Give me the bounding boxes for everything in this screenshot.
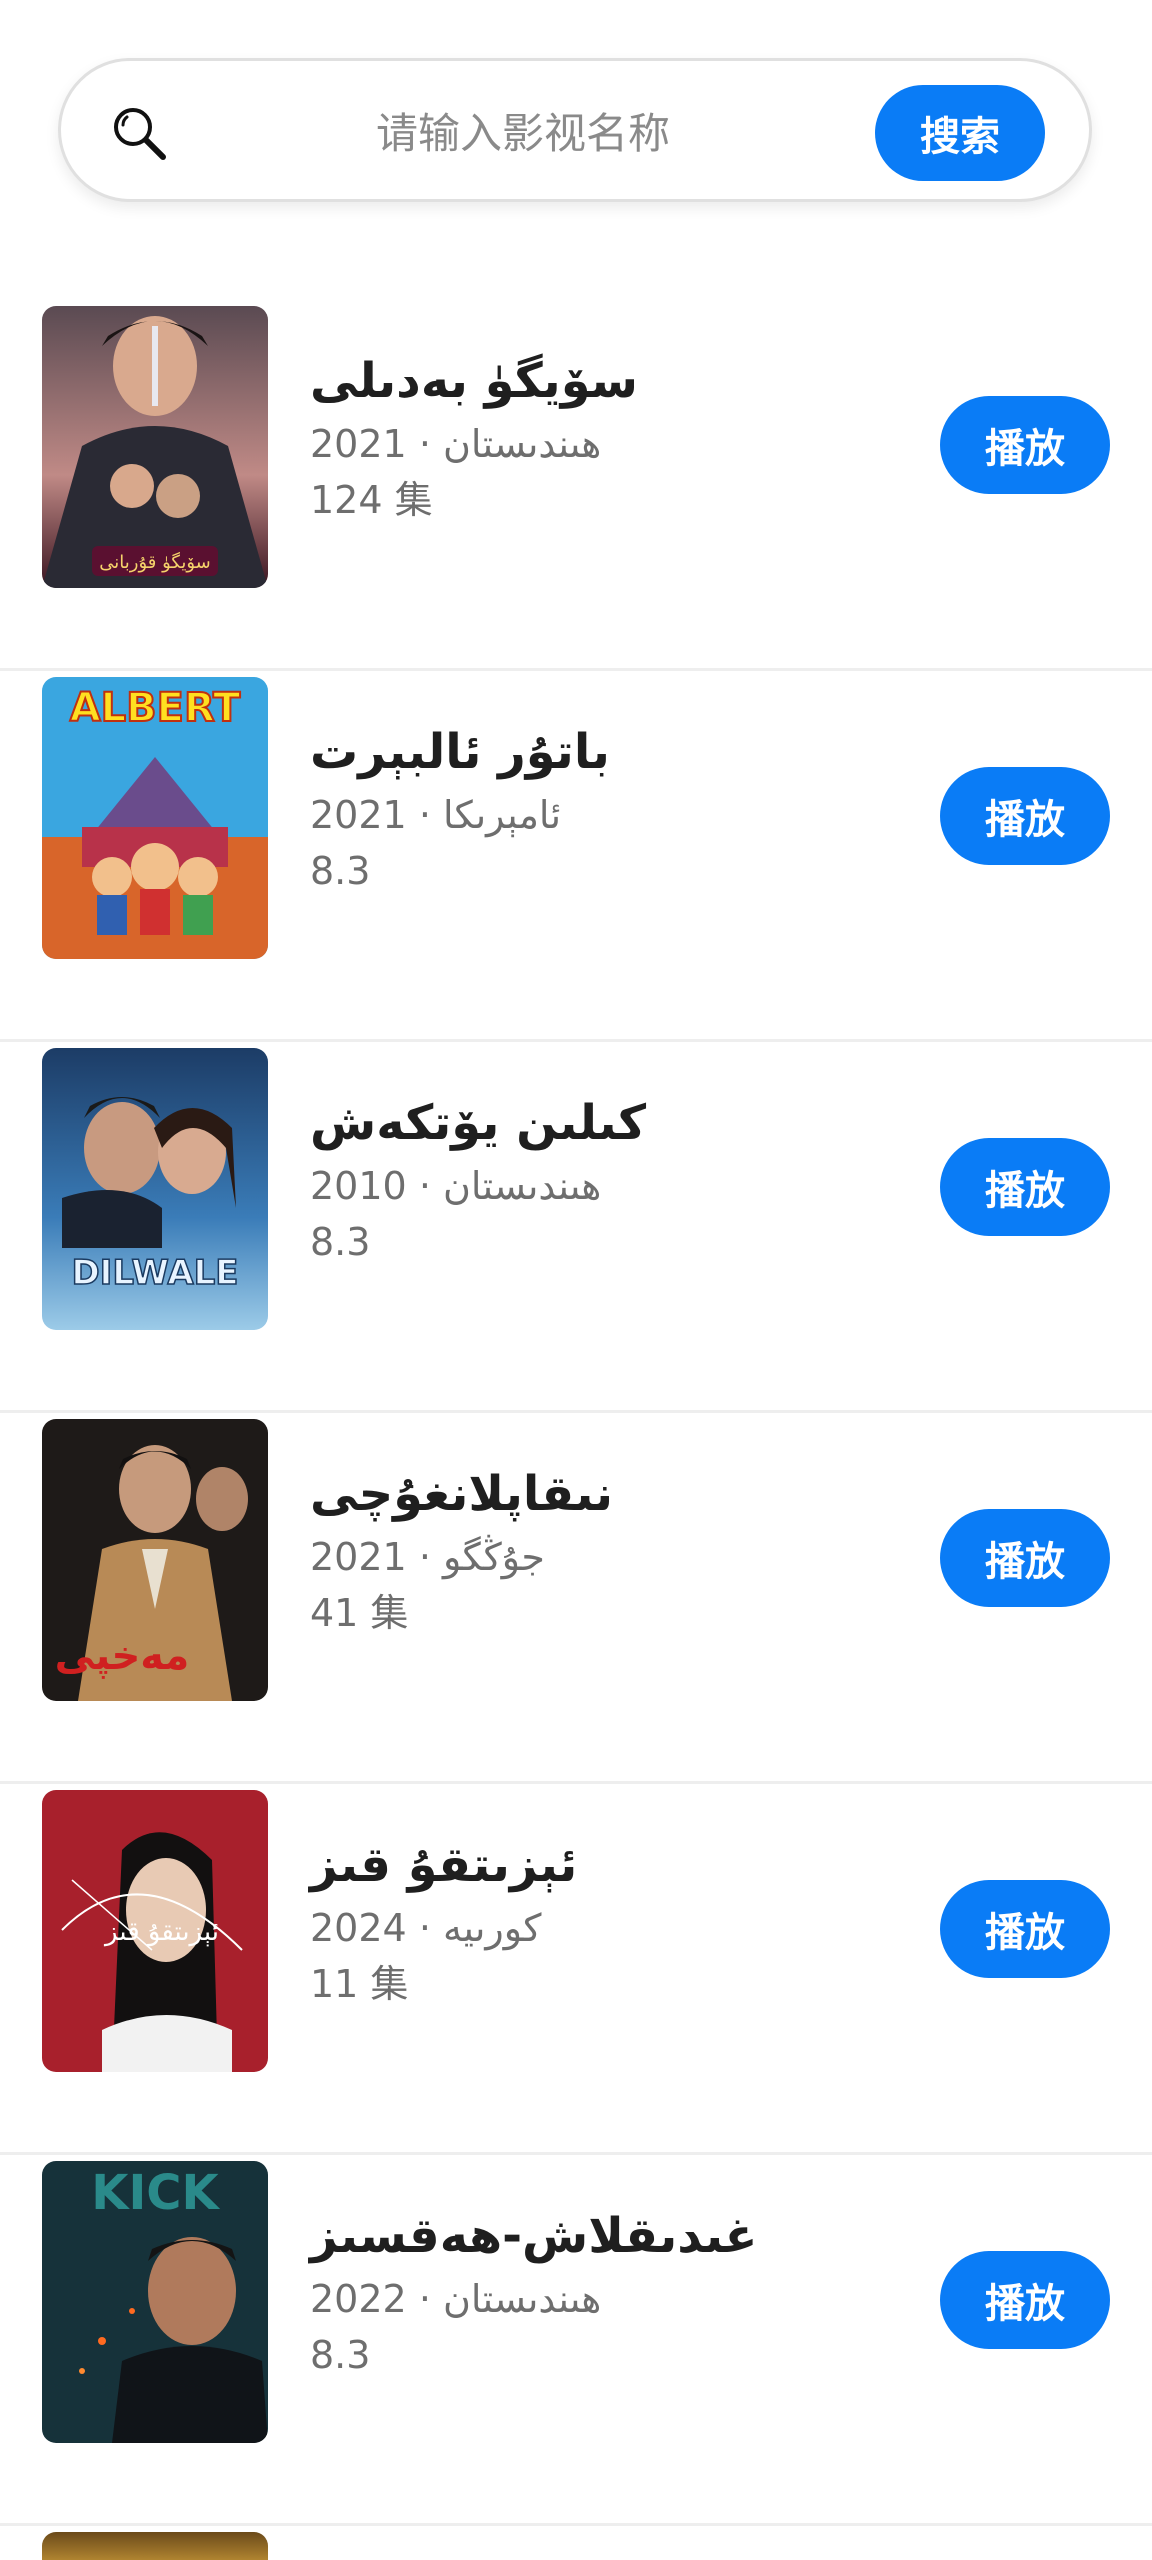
item-country: كورىيە <box>443 1906 542 1950</box>
item-extra: 41 集 <box>310 1591 409 1635</box>
item-title: نىقاپلانغۇچى <box>310 1466 614 1522</box>
play-button[interactable]: 播放 <box>940 767 1110 865</box>
item-year: 2021 <box>310 793 407 837</box>
list-item[interactable]: سۆيگۈ قۇربانى سۆيگۈ بەدىلى 2021 · ھىندىس… <box>0 300 1152 671</box>
list-item[interactable]: DILWALE كىلىن يۆتكەش 2010 · ھىندىستان 8.… <box>0 1042 1152 1413</box>
item-title: باتۇر ئالبېرت <box>310 724 610 780</box>
item-meta: 2022 · ھىندىستان <box>310 2271 870 2327</box>
item-info: باتۇر ئالبېرت 2021 · ئامېرىكا 8.3 <box>310 717 870 899</box>
item-year: 2024 <box>310 1906 407 1950</box>
list-item[interactable]: ALBERT باتۇر ئالبېرت 2021 · ئامېرىكا 8.3… <box>0 671 1152 1042</box>
item-extra: 8.3 <box>310 849 371 893</box>
search-icon <box>107 101 171 165</box>
movie-list: سۆيگۈ قۇربانى سۆيگۈ بەدىلى 2021 · ھىندىس… <box>0 300 1152 2526</box>
item-title: سۆيگۈ بەدىلى <box>310 353 638 409</box>
play-button[interactable]: 播放 <box>940 1509 1110 1607</box>
play-button[interactable]: 播放 <box>940 1880 1110 1978</box>
play-button[interactable]: 播放 <box>940 1138 1110 1236</box>
poster-image[interactable]: مەخپى <box>42 1419 268 1701</box>
item-year: 2021 <box>310 1535 407 1579</box>
poster-image[interactable]: ALBERT <box>42 677 268 959</box>
item-info: سۆيگۈ بەدىلى 2021 · ھىندىستان 124 集 <box>310 346 870 528</box>
item-meta: 2021 · ئامېرىكا <box>310 787 870 843</box>
list-item[interactable]: KICK غىدىقلاش-ھەقسىز 2022 · ھىندىستان 8.… <box>0 2155 1152 2526</box>
poster-image[interactable]: سۆيگۈ قۇربانى <box>42 306 268 588</box>
list-item[interactable]: مەخپى نىقاپلانغۇچى 2021 · جۇڭگو 41 集 播放 <box>0 1413 1152 1784</box>
poster-image[interactable]: DILWALE <box>42 1048 268 1330</box>
list-item[interactable]: ئېزىتقۇ قىز ئېزىتقۇ قىز 2024 · كورىيە 11… <box>0 1784 1152 2155</box>
item-info: كىلىن يۆتكەش 2010 · ھىندىستان 8.3 <box>310 1088 870 1270</box>
item-info: ئېزىتقۇ قىز 2024 · كورىيە 11 集 <box>310 1830 870 2012</box>
item-meta: 2024 · كورىيە <box>310 1900 870 1956</box>
play-button[interactable]: 播放 <box>940 396 1110 494</box>
poster-title: KICK <box>91 2165 220 2221</box>
poster-title: ALBERT <box>70 685 241 731</box>
item-year: 2010 <box>310 1164 407 1208</box>
item-country: ھىندىستان <box>443 422 602 466</box>
poster-title: سۆيگۈ قۇربانى <box>99 551 210 573</box>
item-info: نىقاپلانغۇچى 2021 · جۇڭگو 41 集 <box>310 1459 870 1641</box>
meta-separator: · <box>418 2277 431 2321</box>
poster-title: ئېزىتقۇ قىز <box>103 1917 219 1947</box>
item-extra: 8.3 <box>310 2333 371 2377</box>
item-meta: 2021 · جۇڭگو <box>310 1529 870 1585</box>
play-button[interactable]: 播放 <box>940 2251 1110 2349</box>
item-year: 2022 <box>310 2277 407 2321</box>
item-country: ھىندىستان <box>443 2277 602 2321</box>
item-country: جۇڭگو <box>443 1535 545 1579</box>
poster-image[interactable]: KICK <box>42 2161 268 2443</box>
item-country: ھىندىستان <box>443 1164 602 1208</box>
item-extra: 11 集 <box>310 1962 409 2006</box>
item-info: غىدىقلاش-ھەقسىز 2022 · ھىندىستان 8.3 <box>310 2201 870 2383</box>
item-meta: 2021 · ھىندىستان <box>310 416 870 472</box>
meta-separator: · <box>418 793 431 837</box>
meta-separator: · <box>418 422 431 466</box>
item-extra: 124 集 <box>310 478 433 522</box>
search-bar: 搜索 <box>58 58 1092 202</box>
poster-image[interactable]: ئېزىتقۇ قىز <box>42 1790 268 2072</box>
poster-title: DILWALE <box>71 1253 238 1293</box>
item-extra: 8.3 <box>310 1220 371 1264</box>
item-title: غىدىقلاش-ھەقسىز <box>310 2208 758 2264</box>
meta-separator: · <box>418 1906 431 1950</box>
item-country: ئامېرىكا <box>443 793 562 837</box>
item-year: 2021 <box>310 422 407 466</box>
item-title: كىلىن يۆتكەش <box>310 1095 646 1151</box>
poster-image-partial[interactable] <box>42 2532 268 2560</box>
meta-separator: · <box>418 1535 431 1579</box>
item-title: ئېزىتقۇ قىز <box>310 1837 578 1893</box>
poster-title: مەخپى <box>55 1633 190 1679</box>
search-input[interactable] <box>211 87 835 179</box>
item-meta: 2010 · ھىندىستان <box>310 1158 870 1214</box>
meta-separator: · <box>418 1164 431 1208</box>
search-button[interactable]: 搜索 <box>875 85 1045 181</box>
